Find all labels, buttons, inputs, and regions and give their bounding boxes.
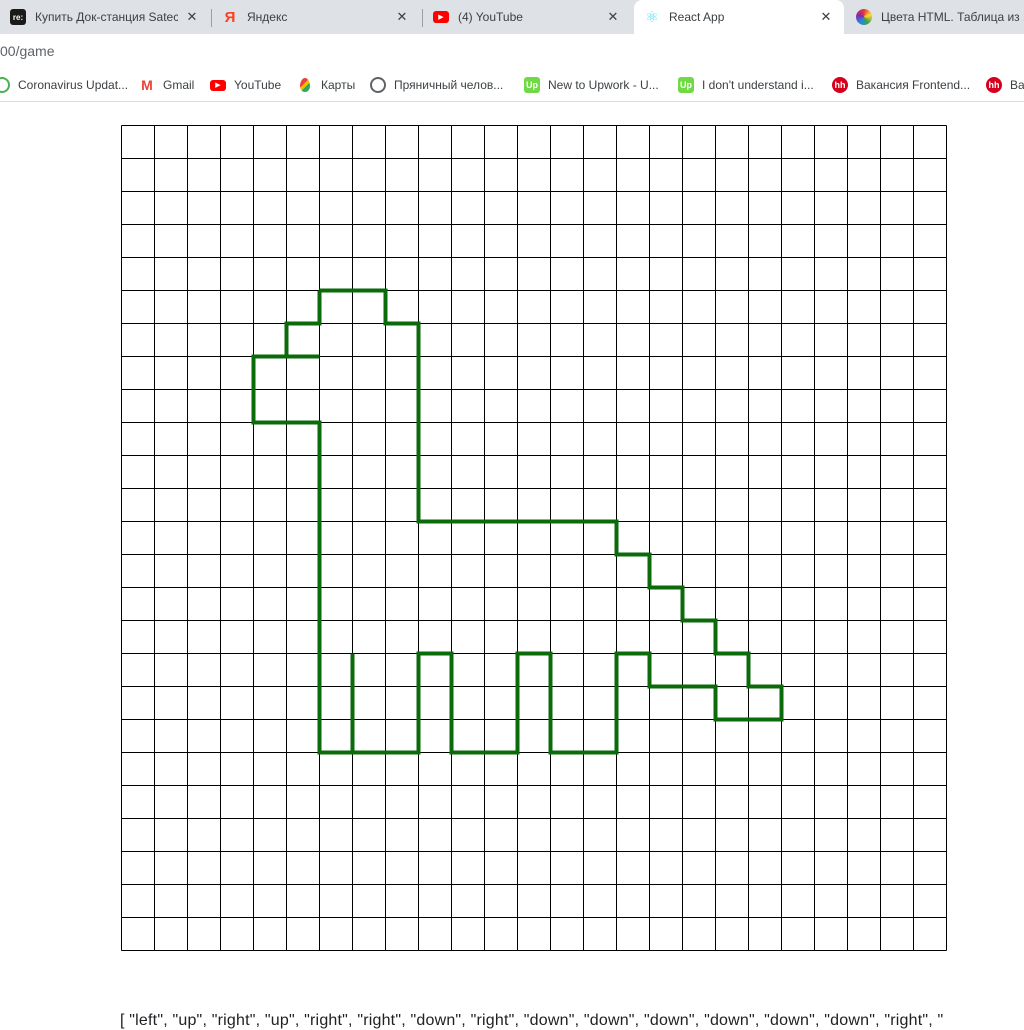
bookmark-label: Вакансия Frontend...	[856, 78, 971, 92]
tab-title: Цвета HTML. Таблица из 1	[881, 10, 1024, 24]
gmail-icon: M	[141, 77, 153, 93]
grid-lines	[121, 125, 947, 951]
bookmark-label: Coronavirus Updat...	[18, 78, 129, 92]
bookmark-label: Gmail	[163, 78, 195, 92]
bookmark-label: Ba	[1010, 78, 1024, 92]
bookmark-item[interactable]: hh Вакансия Frontend...	[832, 76, 970, 94]
tab-title: Яндекс	[247, 10, 288, 24]
youtube-icon: ▶	[433, 11, 449, 23]
bookmark-label: Карты	[321, 78, 356, 92]
bookmark-item[interactable]: Coronavirus Updat...	[0, 76, 128, 94]
bookmark-item[interactable]: Up New to Upwork - U...	[524, 76, 659, 94]
re-store-icon: re:	[10, 9, 26, 25]
bookmark-item[interactable]: Карты	[297, 76, 355, 94]
bookmark-label: New to Upwork - U...	[548, 78, 659, 92]
tab-title: (4) YouTube	[458, 10, 523, 24]
tab-4[interactable]: ⚛ React App ✕	[634, 0, 844, 34]
bookmark-label: Пряничный челов...	[394, 78, 504, 92]
close-tab-icon[interactable]: ✕	[605, 9, 621, 25]
tab-title: Купить Док-станция Satechi	[35, 10, 178, 24]
tab-separator	[211, 9, 212, 27]
upwork-icon: Up	[524, 77, 540, 93]
bookmark-label: YouTube	[234, 78, 282, 92]
bookmark-item[interactable]: ▶ YouTube	[210, 76, 281, 94]
bookmark-item[interactable]: M Gmail	[139, 76, 194, 94]
bookmark-item[interactable]: Up I don't understand i...	[678, 76, 814, 94]
maps-pin-icon	[300, 78, 310, 92]
yandex-icon: Я	[224, 8, 236, 26]
close-tab-icon[interactable]: ✕	[818, 9, 834, 25]
globe-icon	[370, 77, 386, 93]
bookmark-item[interactable]: Пряничный челов...	[370, 76, 503, 94]
upwork-icon: Up	[678, 77, 694, 93]
youtube-icon: ▶	[210, 79, 226, 91]
tab-5[interactable]: Цвета HTML. Таблица из 1	[846, 0, 1024, 34]
bookmark-item[interactable]: hh Ba	[986, 76, 1024, 94]
address-bar[interactable]: 00/game	[0, 34, 1024, 68]
close-tab-icon[interactable]: ✕	[184, 9, 200, 25]
hh-icon: hh	[832, 77, 848, 93]
tab-1[interactable]: re: Купить Док-станция Satechi ✕	[0, 0, 210, 34]
tab-strip: re: Купить Док-станция Satechi ✕ Я Яндекс ✕ ▶ (…	[0, 0, 1024, 34]
close-tab-icon[interactable]: ✕	[394, 9, 410, 25]
tab-separator	[422, 9, 423, 27]
bookmark-label: I don't understand i...	[702, 78, 814, 92]
globe-icon	[0, 77, 10, 93]
bookmarks-bar: Coronavirus Updat... M Gmail ▶ YouTube Карты П…	[0, 68, 1024, 102]
tab-title: React App	[669, 10, 725, 24]
tab-3[interactable]: ▶ (4) YouTube ✕	[423, 0, 631, 34]
color-wheel-icon	[856, 9, 872, 25]
grid-canvas[interactable]	[120, 124, 948, 952]
react-icon: ⚛	[645, 9, 659, 26]
game-board[interactable]	[120, 124, 948, 952]
tab-2[interactable]: Я Яндекс ✕	[212, 0, 420, 34]
hh-icon: hh	[986, 77, 1002, 93]
url-text[interactable]: 00/game	[0, 43, 54, 59]
moves-output: [ "left", "up", "right", "up", "right", …	[120, 1012, 944, 1029]
